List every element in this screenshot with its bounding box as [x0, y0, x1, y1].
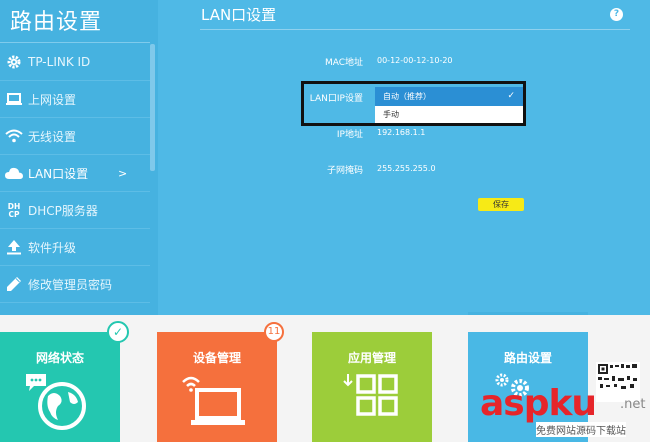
sidebar-title: 路由设置	[10, 10, 103, 35]
sidebar-item-label: 上网设置	[28, 92, 77, 107]
tile-network-status[interactable]: 网络状态	[0, 332, 120, 442]
sidebar-scrollbar[interactable]	[150, 44, 155, 171]
sidebar-item-label: 修改管理员密码	[28, 277, 113, 292]
sidebar-item-upgrade[interactable]: 软件升级	[0, 229, 150, 266]
laptop-wifi-icon	[181, 372, 251, 436]
pencil-icon	[0, 276, 28, 292]
lanip-label: LAN口IP设置	[309, 94, 363, 104]
status-ok-badge: ✓	[107, 321, 129, 343]
cloud-icon	[0, 167, 28, 180]
sidebar-item-label: DHCP服务器	[28, 203, 98, 218]
sidebar-item-label: TP-LINK ID	[28, 55, 91, 69]
page-title: LAN口设置	[201, 6, 277, 24]
title-divider	[200, 29, 630, 30]
wifi-icon	[0, 129, 28, 143]
sidebar-item-internet[interactable]: 上网设置	[0, 81, 150, 118]
mac-label: MAC地址	[324, 58, 363, 68]
watermark-net: .net	[620, 397, 646, 412]
lanip-select[interactable]: 自动（推荐） ✓	[375, 87, 523, 106]
subnet-mask-label: 子网掩码	[326, 166, 363, 176]
chevron-right-icon: >	[118, 166, 128, 180]
lanip-selected-value: 自动（推荐）	[383, 92, 431, 101]
mac-value: 00-12-00-12-10-20	[377, 56, 453, 65]
watermark-logo: aspku	[480, 383, 597, 424]
globe-chat-icon	[24, 372, 94, 436]
save-button[interactable]: 保存	[478, 198, 524, 211]
sidebar-item-label: 无线设置	[28, 129, 77, 144]
gear-icon	[0, 54, 28, 70]
lan-settings-panel: LAN口设置 ? MAC地址 00-12-00-12-10-20 LAN口IP设…	[158, 0, 650, 315]
subnet-mask-value: 255.255.255.0	[377, 164, 436, 173]
sidebar-divider	[0, 42, 150, 43]
check-icon: ✓	[507, 91, 515, 101]
dhcp-icon: DH CP	[0, 201, 28, 219]
upload-icon	[0, 239, 28, 255]
sidebar-item-admin-password[interactable]: 修改管理员密码	[0, 266, 150, 303]
tile-device-management[interactable]: 设备管理	[157, 332, 277, 442]
device-count-badge: 11	[264, 322, 284, 342]
tile-app-management[interactable]: 应用管理	[312, 332, 432, 442]
help-button[interactable]: ?	[610, 8, 623, 21]
tile-label: 路由设置	[503, 351, 552, 365]
svg-text:CP: CP	[8, 210, 20, 219]
watermark-text: aspku	[480, 383, 597, 424]
sidebar-item-dhcp[interactable]: DH CP DHCP服务器	[0, 192, 150, 229]
app-grid-icon	[342, 372, 406, 438]
lanip-option-manual[interactable]: 手动	[375, 106, 523, 123]
app-root: { "sidebar": { "title": "路由设置", "items":…	[0, 0, 650, 442]
tile-label: 设备管理	[192, 351, 241, 365]
active-tile-indicator	[468, 312, 588, 315]
sidebar-item-label: 软件升级	[28, 240, 77, 255]
monitor-icon	[0, 92, 28, 106]
sidebar-item-label: LAN口设置	[28, 166, 89, 181]
sidebar: 路由设置 TP-LINK ID 上网设置 无线设置 LAN口设置 > DH CP …	[0, 0, 158, 315]
ip-label: IP地址	[336, 130, 363, 140]
ip-value: 192.168.1.1	[377, 128, 426, 137]
tile-label: 应用管理	[347, 351, 396, 365]
watermark-subtitle: 免费网站源码下载站	[536, 422, 626, 437]
sidebar-item-lan[interactable]: LAN口设置 >	[0, 155, 150, 192]
sidebar-item-tplink-id[interactable]: TP-LINK ID	[0, 44, 150, 81]
sidebar-item-wireless[interactable]: 无线设置	[0, 118, 150, 155]
qr-code-image	[596, 362, 640, 402]
tile-label: 网络状态	[35, 351, 84, 365]
